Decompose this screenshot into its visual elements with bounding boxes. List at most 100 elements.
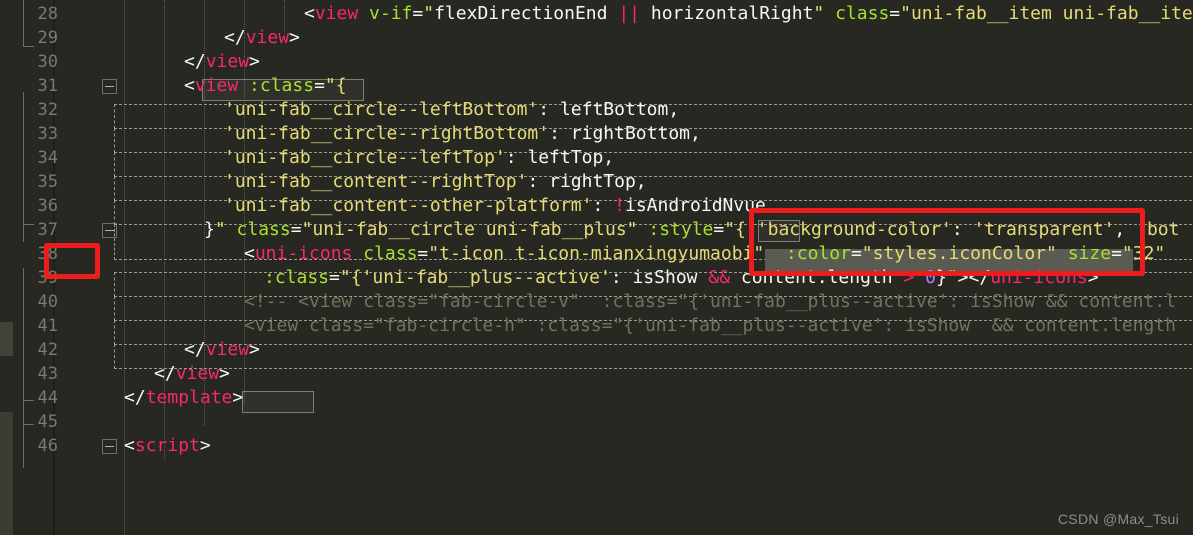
code-token: 'uni-fab__circle--rightBottom' (224, 123, 550, 144)
code-token: > (199, 435, 211, 456)
code-token: <view class="fab-circle-h" :class="{'uni… (244, 315, 1176, 336)
code-line[interactable]: 'uni-fab__circle--leftBottom': leftBotto… (224, 100, 679, 120)
code-token: , (1114, 219, 1137, 240)
code-token: = (329, 267, 340, 288)
code-line[interactable]: </template> (124, 388, 243, 408)
line-number: 32 (37, 100, 58, 120)
code-token: 'uni-fab__content--rightTop' (224, 171, 528, 192)
code-token: "uni-fab__item uni-fab__ite (900, 3, 1193, 24)
code-line[interactable]: }" class="uni-fab__circle uni-fab__plus"… (204, 220, 1179, 240)
code-token: } (935, 267, 947, 288)
code-token: 'bot (1136, 219, 1180, 240)
code-token: view (194, 75, 239, 96)
code-token: ! (614, 195, 625, 216)
code-token: view (314, 3, 359, 24)
code-token: 'background-color' (756, 219, 952, 240)
code-token: : rightTop, (527, 171, 647, 192)
code-token: view (175, 363, 220, 384)
code-line[interactable]: 'uni-fab__content--rightTop': rightTop, (224, 172, 647, 192)
code-token: :class (264, 267, 330, 288)
code-line[interactable]: 'uni-fab__content--other-platform': !isA… (224, 196, 766, 216)
code-line[interactable]: </view> (184, 340, 260, 360)
code-line[interactable]: 'uni-fab__circle--leftTop': leftTop, (224, 148, 614, 168)
line-number: 37 (37, 220, 58, 240)
code-token: 'uni-fab__content--other-platform' (224, 195, 593, 216)
code-token: = (713, 219, 725, 240)
code-content-area[interactable]: <view v-if="flexDirectionEnd || horizont… (114, 0, 1193, 535)
code-token: " (946, 267, 958, 288)
code-token: 'uni-fab__circle--leftBottom' (224, 99, 539, 120)
code-token: = (412, 3, 424, 24)
code-token: > (903, 267, 915, 288)
code-token: = (314, 75, 325, 96)
code-token: template (145, 387, 233, 408)
line-number: 33 (37, 124, 58, 144)
code-token: : isShow (610, 267, 709, 288)
code-token: > (1087, 267, 1099, 288)
code-editor-viewport: 28 29 30 31 32 33 34 35 36 37 38 39 40 41 42 43 44 45 46 <… (0, 0, 1193, 535)
line-number: 46 (37, 436, 58, 456)
code-token: </ (154, 363, 176, 384)
code-token: < (184, 75, 195, 96)
code-token: : (951, 219, 974, 240)
code-line[interactable]: <view v-if="flexDirectionEnd || horizont… (304, 4, 1193, 24)
code-token: || (618, 3, 641, 24)
code-line[interactable]: <view class="fab-circle-h" :class="{'uni… (244, 316, 1176, 336)
code-token: && (708, 267, 731, 288)
code-line[interactable]: </view> (184, 52, 260, 72)
code-token: "{ (724, 219, 746, 240)
code-line[interactable]: <!-- <view class="fab-circle-v" :class="… (244, 292, 1176, 312)
code-token: : leftBottom, (538, 99, 680, 120)
code-token: 'transparent' (973, 219, 1115, 240)
code-token: = (1111, 243, 1122, 264)
code-line[interactable]: <uni-icons class="t-icon t-icon-mianxing… (244, 244, 1165, 264)
code-token: isAndroidNvue (625, 195, 766, 216)
code-line[interactable]: 'uni-fab__circle--rightBottom': rightBot… (224, 124, 701, 144)
code-token: </ (184, 51, 206, 72)
line-number: 39 (37, 268, 58, 288)
code-token: :color (785, 243, 851, 264)
code-token: = (290, 219, 302, 240)
code-token: <!-- <view class="fab-circle-v" :class="… (244, 291, 1176, 312)
code-token: = (417, 243, 429, 264)
code-token: "{ (324, 75, 347, 96)
code-token: = (889, 3, 901, 24)
code-token: 'uni-fab__plus--active' (361, 267, 611, 288)
code-token: "t-icon t-icon-mianxingyumaobi" (428, 243, 765, 264)
code-token: view (245, 27, 290, 48)
bracket-match-box-line-41 (114, 344, 1193, 369)
code-token: "uni-fab__circle uni-fab__plus" (301, 219, 638, 240)
line-number: 40 (37, 292, 58, 312)
code-token: class (363, 243, 418, 264)
code-token: horizontalRight (640, 3, 814, 24)
line-number: 35 (37, 172, 58, 192)
code-line[interactable]: </view> (224, 28, 300, 48)
code-line[interactable]: :class="{'uni-fab__plus--active': isShow… (264, 268, 1099, 288)
code-token: " (813, 3, 825, 24)
editor-gutter: 28 29 30 31 32 33 34 35 36 37 38 39 40 41 42 43 44 45 46 (14, 0, 117, 535)
line-number: 38 (37, 244, 58, 264)
code-token: > (957, 267, 969, 288)
line-number: 43 (37, 364, 58, 384)
line-number: 44 (37, 388, 58, 408)
code-line[interactable]: <view :class="{ (184, 76, 347, 96)
code-token: < (244, 243, 255, 264)
code-token: </ (224, 27, 246, 48)
code-line[interactable]: </view> (154, 364, 230, 384)
code-token: :style (648, 219, 714, 240)
code-line[interactable]: <script> (124, 436, 211, 456)
code-token: > (219, 363, 230, 384)
code-token: "styles.iconColor" (861, 243, 1057, 264)
line-number: 30 (37, 52, 58, 72)
line-number: 34 (37, 148, 58, 168)
code-token: class (236, 219, 291, 240)
code-token: : (592, 195, 615, 216)
code-token: "{ (339, 267, 362, 288)
fold-guide-tick (23, 46, 34, 47)
